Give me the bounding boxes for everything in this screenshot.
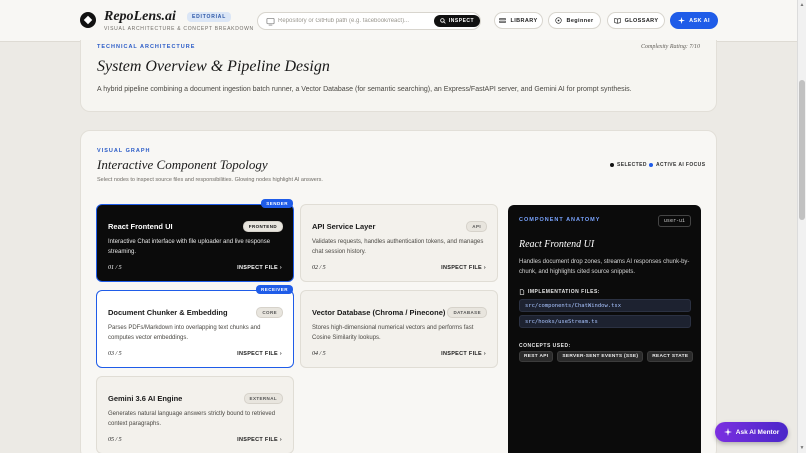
node-index: 01 / 5 — [108, 265, 122, 271]
anatomy-tag: user-ui — [657, 215, 691, 227]
search-icon — [440, 18, 446, 24]
legend-selected: SELECTED — [610, 162, 647, 168]
graph-title: Interactive Component Topology — [97, 157, 268, 172]
inspect-file-link[interactable]: INSPECT FILE › — [441, 351, 486, 357]
focus-dot — [649, 163, 653, 167]
sender-badge: SENDER — [261, 199, 293, 208]
anatomy-eyebrow: COMPONENT ANATOMY — [519, 217, 601, 223]
level-button[interactable]: Beginner — [548, 12, 601, 29]
file-icon — [519, 289, 525, 295]
inspect-file-link[interactable]: INSPECT FILE › — [237, 351, 282, 357]
anatomy-description: Handles document drop zones, streams AI … — [519, 259, 690, 275]
node-tag: DATABASE — [447, 307, 487, 318]
node-react-frontend[interactable]: SENDER React Frontend UI FRONTEND Intera… — [96, 199, 294, 282]
page-scrollbar[interactable]: ▲ ▼ — [797, 0, 806, 453]
system-overview-card: TECHNICAL ARCHITECTURE Complexity Rating… — [80, 40, 717, 112]
node-title: Document Chunker & Embedding — [108, 308, 228, 317]
concept-chip: REACT STATE — [647, 351, 694, 362]
node-tag: EXTERNAL — [243, 393, 283, 404]
node-document-chunker[interactable]: RECEIVER Document Chunker & Embedding CO… — [96, 285, 294, 368]
repo-search-input[interactable] — [278, 14, 430, 28]
node-tag: CORE — [256, 307, 283, 318]
ask-ai-mentor-button[interactable]: Ask AI Mentor — [715, 422, 788, 442]
legend-selected-label: SELECTED — [617, 162, 647, 168]
glossary-button[interactable]: GLOSSARY — [607, 12, 665, 29]
stack-icon — [499, 18, 507, 23]
ask-ai-label: ASK AI — [689, 17, 710, 24]
scroll-thumb[interactable] — [799, 80, 805, 220]
brand-name[interactable]: RepoLens.ai — [104, 9, 176, 25]
node-index: 05 / 5 — [108, 437, 122, 443]
scroll-down-arrow[interactable]: ▼ — [799, 445, 805, 451]
node-tag: FRONTEND — [242, 221, 283, 232]
node-index: 03 / 5 — [108, 351, 122, 357]
node-description: Parses PDFs/Markdown into overlapping te… — [108, 325, 261, 341]
repo-search: INSPECT — [257, 12, 481, 30]
editorial-badge: EDITORIAL — [187, 12, 232, 22]
concept-chip: REST API — [519, 351, 554, 362]
legend-focus-label: ACTIVE AI FOCUS — [656, 162, 706, 168]
node-title: Vector Database (Chroma / Pinecone) — [312, 308, 446, 317]
legend-focus: ACTIVE AI FOCUS — [649, 162, 705, 168]
glossary-label: GLOSSARY — [624, 17, 659, 24]
node-gemini-engine[interactable]: Gemini 3.6 AI Engine EXTERNAL Generates … — [96, 376, 294, 453]
node-description: Validates requests, handles authenticati… — [312, 239, 484, 255]
overview-title: System Overview & Pipeline Design — [97, 58, 330, 75]
implementation-files-label: IMPLEMENTATION FILES: — [519, 289, 600, 295]
node-vector-database[interactable]: Vector Database (Chroma / Pinecone) DATA… — [300, 290, 498, 368]
brand-subtitle: VISUAL ARCHITECTURE & CONCEPT BREAKDOWN — [104, 26, 254, 32]
node-title: Gemini 3.6 AI Engine — [108, 394, 183, 403]
node-index: 04 / 5 — [312, 351, 326, 357]
concept-chip: SERVER-SENT EVENTS (SSE) — [557, 351, 644, 362]
inspect-label: INSPECT — [448, 18, 475, 24]
implementation-file[interactable]: src/components/ChatWindow.tsx — [519, 299, 691, 312]
node-api-service[interactable]: API Service Layer API Validates requests… — [300, 204, 498, 282]
concepts-list: REST API SERVER-SENT EVENTS (SSE) REACT … — [519, 351, 694, 362]
logo-icon — [80, 12, 96, 28]
inspect-file-link[interactable]: INSPECT FILE › — [237, 265, 282, 271]
receiver-badge: RECEIVER — [255, 285, 293, 294]
repo-icon — [266, 17, 275, 26]
graph-eyebrow: VISUAL GRAPH — [97, 148, 151, 154]
sparkle-icon — [678, 17, 686, 24]
node-index: 02 / 5 — [312, 265, 326, 271]
selected-dot — [610, 163, 614, 167]
library-button[interactable]: LIBRARY — [494, 12, 543, 29]
overview-eyebrow: TECHNICAL ARCHITECTURE — [97, 44, 196, 50]
overview-description: A hybrid pipeline combining a document i… — [97, 86, 632, 93]
level-label: Beginner — [566, 17, 594, 24]
scroll-up-arrow[interactable]: ▲ — [799, 2, 805, 8]
node-description: Stores high-dimensional numerical vector… — [312, 325, 474, 341]
level-icon — [555, 17, 563, 24]
component-anatomy-panel: COMPONENT ANATOMY user-ui React Frontend… — [508, 205, 701, 453]
graph-subtitle: Select nodes to inspect source files and… — [97, 177, 323, 183]
inspect-file-link[interactable]: INSPECT FILE › — [237, 437, 282, 443]
anatomy-title: React Frontend UI — [519, 239, 595, 250]
node-title: API Service Layer — [312, 222, 376, 231]
implementation-file[interactable]: src/hooks/useStream.ts — [519, 315, 691, 328]
concepts-used-label: CONCEPTS USED: — [519, 343, 571, 349]
complexity-rating: Complexity Rating: 7/10 — [641, 44, 700, 50]
ask-ai-button[interactable]: ASK AI — [670, 12, 718, 29]
sparkle-icon — [723, 428, 732, 436]
node-title: React Frontend UI — [108, 222, 173, 231]
node-description: Generates natural language answers stric… — [108, 411, 276, 427]
top-header: RepoLens.ai EDITORIAL VISUAL ARCHITECTUR… — [0, 0, 797, 42]
node-description: Interactive Chat interface with file upl… — [108, 239, 271, 255]
library-label: LIBRARY — [510, 17, 538, 24]
book-icon — [613, 17, 621, 24]
inspect-file-link[interactable]: INSPECT FILE › — [441, 265, 486, 271]
mentor-label: Ask AI Mentor — [735, 428, 780, 436]
node-tag: API — [466, 221, 487, 232]
inspect-button[interactable]: INSPECT — [434, 15, 480, 27]
